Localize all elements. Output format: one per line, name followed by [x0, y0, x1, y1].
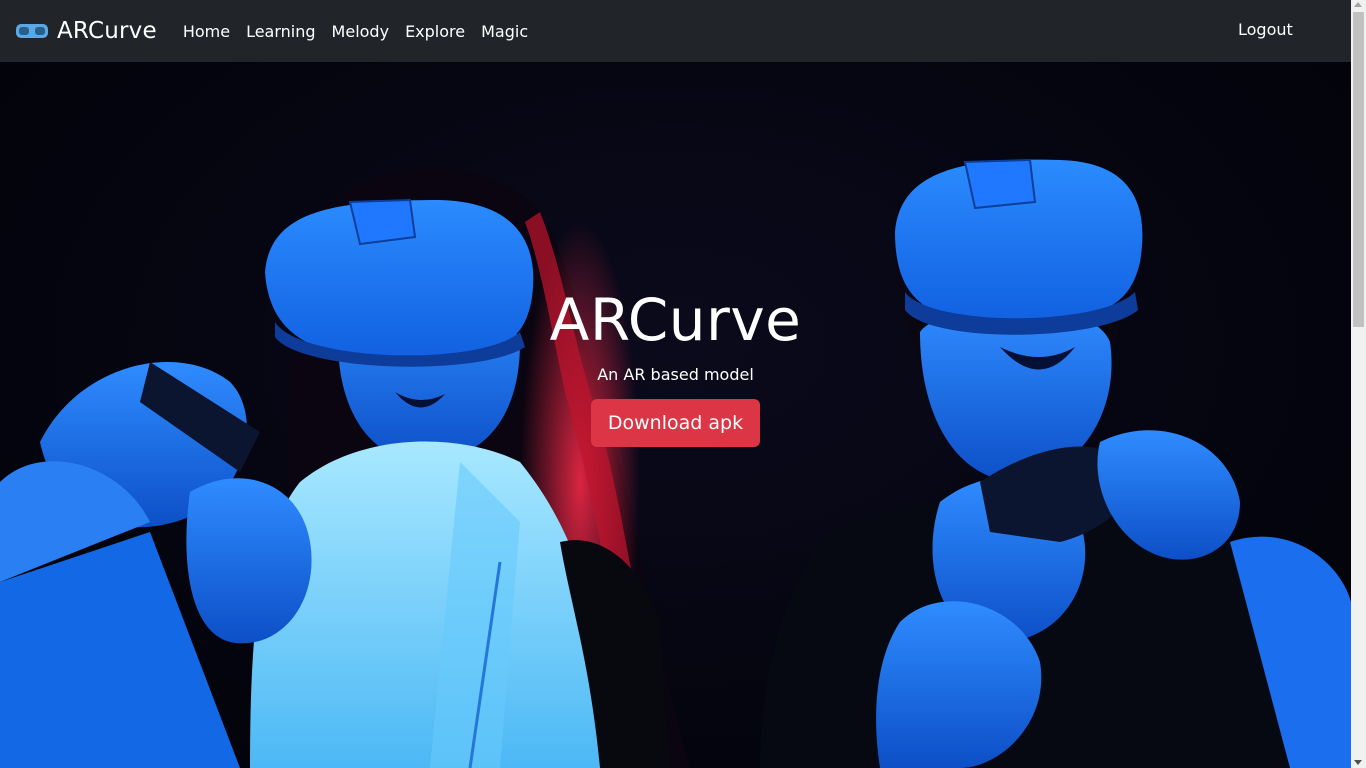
hero-subtitle: An AR based model: [597, 365, 754, 384]
nav-learning[interactable]: Learning: [246, 22, 315, 41]
hero-content: ARCurve An AR based model Download apk: [0, 284, 1351, 447]
nav-home[interactable]: Home: [183, 22, 230, 41]
vr-headset-icon: [16, 24, 48, 38]
nav-explore[interactable]: Explore: [405, 22, 465, 41]
brand-link[interactable]: ARCurve: [15, 18, 157, 44]
nav-melody[interactable]: Melody: [332, 22, 390, 41]
page-scrollbar[interactable]: [1351, 0, 1366, 768]
nav-links: Home Learning Melody Explore Magic: [175, 22, 536, 41]
nav-magic[interactable]: Magic: [481, 22, 528, 41]
scroll-up-arrow-icon[interactable]: [1354, 2, 1362, 7]
navbar: ARCurve Home Learning Melody Explore Mag…: [0, 0, 1351, 62]
scroll-down-arrow-icon[interactable]: [1354, 760, 1362, 765]
brand-name: ARCurve: [57, 18, 157, 44]
logout-link[interactable]: Logout: [1238, 20, 1293, 39]
hero-section: ARCurve An AR based model Download apk: [0, 62, 1351, 768]
hero-title: ARCurve: [549, 286, 802, 354]
scrollbar-thumb[interactable]: [1353, 12, 1364, 327]
download-apk-button[interactable]: Download apk: [590, 399, 761, 447]
